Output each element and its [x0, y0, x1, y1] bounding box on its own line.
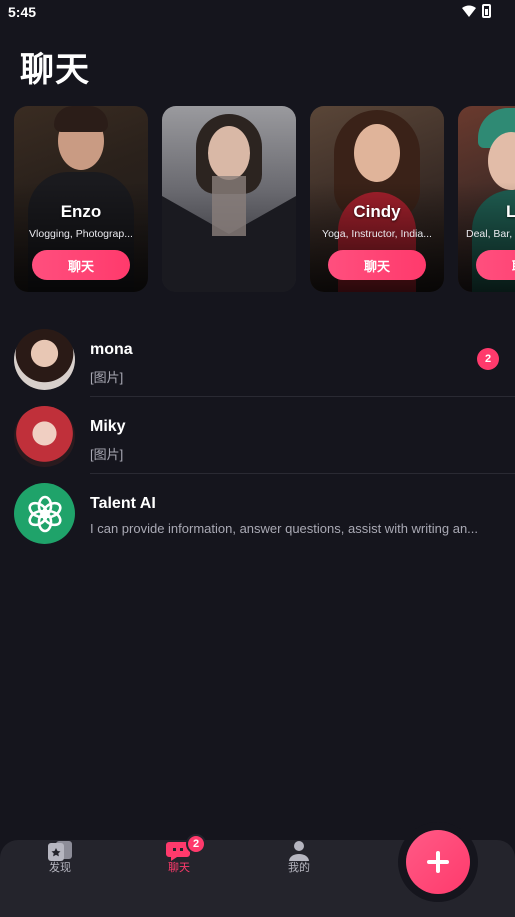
chat-name: Miky: [90, 418, 126, 435]
chat-name: mona: [90, 341, 133, 358]
nav-label: 我的: [288, 862, 310, 874]
nav-badge: 2: [186, 834, 206, 854]
page-title: 聊天: [20, 51, 90, 89]
chat-list-item[interactable]: Miky [图片]: [0, 397, 515, 473]
card-name: Cindy: [353, 202, 401, 221]
portrait-body: [162, 176, 296, 292]
status-bar: 5:45: [0, 0, 515, 24]
add-button[interactable]: [406, 830, 470, 894]
portrait-face: [208, 126, 250, 180]
card-name: Lo: [506, 202, 515, 221]
character-card[interactable]: Enzo Vlogging, Photograp... 聊天: [14, 106, 148, 292]
chat-list-item[interactable]: Talent AI I can provide information, ans…: [0, 474, 515, 550]
avatar: [14, 406, 75, 467]
nav-item-discover[interactable]: 发现: [20, 840, 100, 900]
card-chat-button[interactable]: 聊天: [32, 250, 130, 280]
character-card[interactable]: Lo Deal, Bar, ... 聊天: [458, 106, 515, 292]
plus-icon: [427, 851, 449, 873]
card-tags: Vlogging, Photograp...: [29, 228, 133, 240]
avatar: [14, 483, 75, 544]
status-icons: [462, 4, 491, 18]
chat-preview: [图片]: [90, 370, 124, 385]
wifi-icon: [462, 5, 476, 17]
character-card[interactable]: [162, 106, 296, 292]
card-tags: Yoga, Instructor, India...: [322, 228, 432, 240]
avatar: [14, 329, 75, 390]
chat-name: Talent AI: [90, 495, 156, 512]
nav-item-chat[interactable]: 2 聊天: [139, 834, 219, 900]
chat-preview: I can provide information, answer questi…: [90, 521, 479, 536]
portrait-hair: [54, 106, 108, 132]
portrait-face: [354, 124, 400, 182]
chat-preview: [图片]: [90, 447, 124, 462]
status-time: 5:45: [8, 4, 37, 20]
card-name: Enzo: [60, 202, 102, 221]
chat-screen: 5:45 聊天 Enzo Vlogging, Photograp... 聊天 C…: [0, 0, 515, 917]
chat-list-item[interactable]: mona [图片] 2: [0, 320, 515, 396]
character-card[interactable]: Cindy Yoga, Instructor, India... 聊天: [310, 106, 444, 292]
nav-item-profile[interactable]: 我的: [259, 840, 339, 900]
nav-label: 聊天: [168, 862, 190, 874]
unread-badge: 2: [477, 348, 499, 370]
character-carousel[interactable]: Enzo Vlogging, Photograp... 聊天 Cindy Yog…: [14, 106, 515, 294]
openai-logo-icon: [27, 495, 62, 532]
nav-label: 发现: [49, 862, 71, 874]
battery-icon: [482, 4, 491, 18]
card-chat-button[interactable]: 聊天: [328, 250, 426, 280]
card-chat-button[interactable]: 聊天: [476, 250, 515, 280]
card-image: [162, 106, 296, 292]
card-tags: Deal, Bar, ...: [466, 228, 515, 240]
